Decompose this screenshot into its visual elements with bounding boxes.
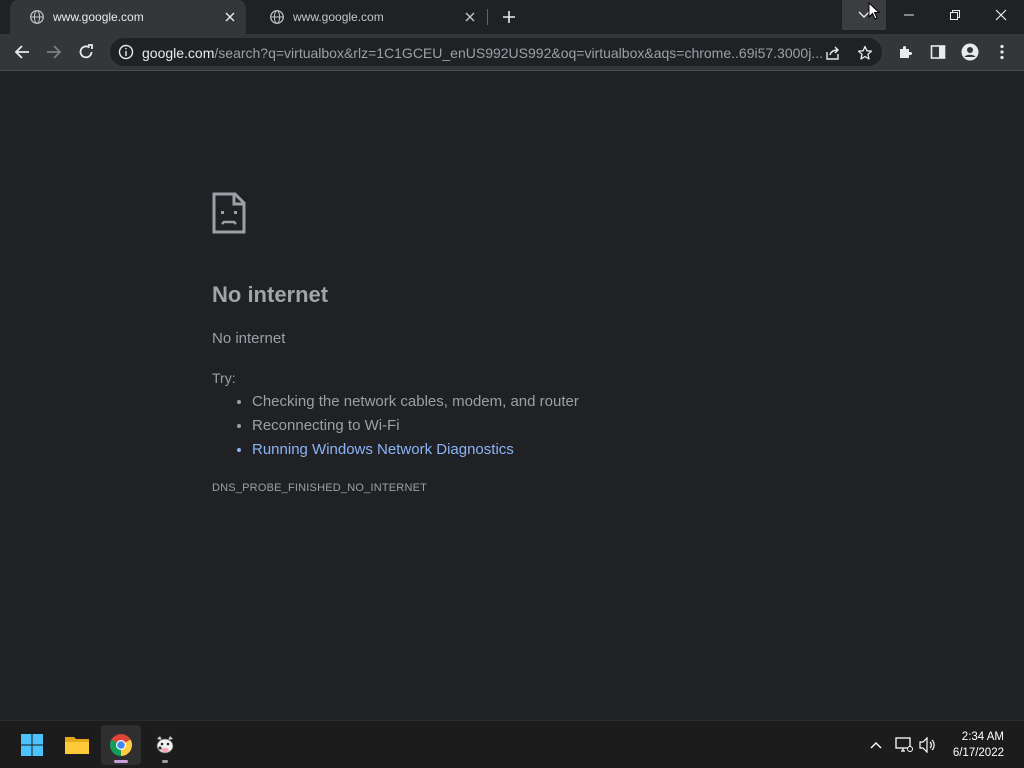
- error-code: DNS_PROBE_FINISHED_NO_INTERNET: [212, 482, 428, 494]
- suggestion-list: Checking the network cables, modem, and …: [212, 390, 579, 462]
- puzzle-icon: [900, 46, 912, 58]
- bookmark-star-icon[interactable]: [854, 42, 876, 64]
- browser-toolbar: google.com/search?q=virtualbox&rlz=1C1GC…: [0, 34, 1024, 71]
- tab-google-inactive[interactable]: www.google.com: [250, 0, 486, 34]
- globe-icon: [30, 10, 44, 24]
- close-tab-icon[interactable]: [222, 9, 238, 25]
- address-bar[interactable]: google.com/search?q=virtualbox&rlz=1C1GC…: [110, 38, 882, 66]
- side-panel-icon: [930, 45, 946, 59]
- error-subtitle: No internet: [212, 330, 286, 347]
- share-icon[interactable]: [822, 42, 844, 64]
- arrow-left-icon: [14, 45, 29, 59]
- profile-button[interactable]: [956, 38, 984, 66]
- side-panel-button[interactable]: [924, 38, 952, 66]
- url-host: google.com: [142, 45, 215, 61]
- close-window-button[interactable]: [978, 0, 1024, 30]
- clock-date: 6/17/2022: [952, 747, 1004, 759]
- network-diagnostics-link[interactable]: Running Windows Network Diagnostics: [252, 438, 579, 462]
- restore-icon: [950, 10, 960, 20]
- forward-button[interactable]: [40, 38, 68, 66]
- address-url[interactable]: google.com/search?q=virtualbox&rlz=1C1GC…: [142, 45, 822, 61]
- error-page: No internet No internet Try: Checking th…: [0, 71, 1024, 720]
- reload-button[interactable]: [72, 38, 100, 66]
- cow-app-icon: [156, 735, 174, 754]
- tab-strip: www.google.com www.google.com: [0, 0, 1024, 34]
- network-status-button[interactable]: [894, 735, 914, 755]
- start-button[interactable]: [12, 725, 52, 765]
- active-app-indicator: [114, 760, 128, 763]
- reload-icon: [79, 44, 93, 59]
- clock-time: 2:34 AM: [961, 731, 1004, 743]
- volume-icon: [919, 737, 935, 753]
- tab-google-active[interactable]: www.google.com: [10, 0, 246, 34]
- new-tab-button[interactable]: [498, 6, 520, 28]
- minimize-icon: [904, 14, 914, 16]
- chrome-taskbar-button[interactable]: [101, 725, 141, 765]
- file-explorer-icon: [65, 737, 89, 754]
- restore-button[interactable]: [932, 0, 978, 30]
- error-title: No internet: [212, 282, 329, 307]
- network-icon: [895, 737, 913, 752]
- system-clock[interactable]: 2:34 AM 6/17/2022: [953, 729, 1004, 761]
- kebab-menu-icon: [1000, 44, 1004, 60]
- tab-title: www.google.com: [53, 10, 144, 24]
- extensions-button[interactable]: [892, 38, 920, 66]
- close-icon: [995, 9, 1007, 21]
- chevron-up-icon: [870, 742, 882, 749]
- globe-icon: [270, 10, 284, 24]
- menu-button[interactable]: [988, 38, 1016, 66]
- show-hidden-icons-button[interactable]: [866, 735, 886, 755]
- tab-title: www.google.com: [293, 10, 384, 24]
- sad-page-icon: [212, 192, 246, 234]
- close-tab-icon[interactable]: [462, 9, 478, 25]
- url-path: /search?q=virtualbox&rlz=1C1GCEU_enUS992…: [214, 45, 822, 61]
- chrome-icon: [110, 734, 132, 756]
- tab-separator: [487, 9, 488, 25]
- minimize-button[interactable]: [886, 0, 932, 30]
- suggestion-item: Checking the network cables, modem, and …: [252, 390, 579, 414]
- file-explorer-button[interactable]: [57, 725, 97, 765]
- start-icon: [21, 734, 43, 756]
- suggestion-item: Reconnecting to Wi-Fi: [252, 414, 579, 438]
- plus-icon: [503, 11, 515, 23]
- taskbar: 2:34 AM 6/17/2022: [0, 720, 1024, 768]
- arrow-right-icon: [47, 45, 62, 59]
- running-app-indicator: [162, 760, 168, 763]
- mouse-cursor-icon: [868, 1, 881, 20]
- profile-icon: [961, 43, 979, 61]
- try-label: Try:: [212, 370, 236, 386]
- cow-app-button[interactable]: [145, 725, 185, 765]
- info-icon[interactable]: [118, 44, 134, 60]
- back-button[interactable]: [8, 38, 36, 66]
- volume-button[interactable]: [918, 735, 938, 755]
